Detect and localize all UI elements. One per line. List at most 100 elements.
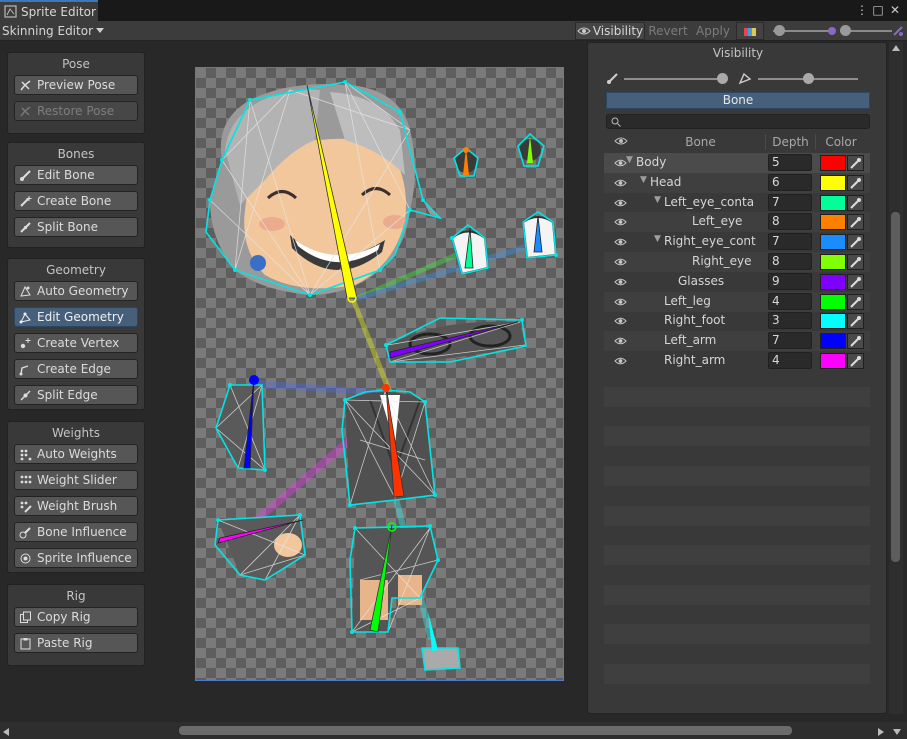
close-button[interactable]: ✕ bbox=[888, 2, 902, 18]
bone-color-swatch[interactable] bbox=[820, 313, 846, 330]
bone-search-input[interactable] bbox=[606, 114, 870, 129]
visibility-eye-icon[interactable] bbox=[614, 355, 627, 367]
split-edge-button[interactable]: Split Edge bbox=[14, 385, 138, 405]
color-column-header[interactable]: Color bbox=[816, 134, 866, 150]
revert-button[interactable]: Revert bbox=[646, 22, 690, 40]
bone-opacity-knob[interactable] bbox=[717, 73, 728, 84]
visibility-toggle-button[interactable]: Visibility bbox=[575, 22, 645, 40]
bone-color-swatch[interactable] bbox=[820, 214, 846, 231]
edit-geometry-button[interactable]: Edit Geometry bbox=[14, 307, 138, 327]
auto-geometry-button[interactable]: Auto Geometry bbox=[14, 281, 138, 301]
mesh-opacity-knob[interactable] bbox=[803, 73, 814, 84]
bone-row[interactable]: Left_arm 7 bbox=[604, 331, 870, 352]
scroll-down-arrow-icon[interactable] bbox=[892, 727, 902, 737]
bone-color-swatch[interactable] bbox=[820, 254, 846, 270]
bone-color-swatch[interactable] bbox=[820, 194, 846, 211]
weight-brush-button[interactable]: Weight Brush bbox=[14, 496, 138, 516]
bone-color-swatch[interactable] bbox=[820, 333, 846, 350]
bone-row[interactable]: Left_leg 4 bbox=[604, 291, 870, 312]
sprite-canvas[interactable] bbox=[195, 67, 564, 681]
maximize-button[interactable]: □ bbox=[871, 2, 885, 18]
bone-color-swatch[interactable] bbox=[820, 234, 846, 251]
more-menu-icon[interactable]: ⋮ bbox=[855, 2, 869, 18]
bone-row[interactable]: ▼ Left_eye_conta 7 bbox=[604, 193, 870, 213]
color-picker-button[interactable] bbox=[847, 333, 864, 350]
restore-pose-button[interactable]: Restore Pose bbox=[14, 101, 138, 121]
bone-row[interactable]: ▼ Head 6 bbox=[604, 172, 870, 193]
split-bone-button[interactable]: Split Bone bbox=[14, 217, 138, 237]
edit-bone-button[interactable]: Edit Bone bbox=[14, 165, 138, 185]
preview-pose-button[interactable]: Preview Pose bbox=[14, 75, 138, 95]
depth-field[interactable]: 9 bbox=[768, 272, 812, 290]
mesh-opacity-slider-knob[interactable] bbox=[840, 25, 851, 36]
expand-arrow-icon[interactable]: ▼ bbox=[654, 195, 661, 205]
visibility-eye-icon[interactable] bbox=[614, 216, 627, 228]
auto-weights-button[interactable]: Auto Weights bbox=[14, 444, 138, 464]
bone-row[interactable]: Left_eye 8 bbox=[604, 212, 870, 233]
depth-field[interactable]: 7 bbox=[768, 332, 812, 350]
bone-color-swatch[interactable] bbox=[820, 293, 846, 310]
depth-field[interactable]: 8 bbox=[768, 253, 812, 270]
bone-color-swatch[interactable] bbox=[820, 155, 846, 171]
bone-column-header[interactable]: Bone bbox=[636, 134, 766, 150]
color-picker-button[interactable] bbox=[847, 174, 864, 191]
copy-rig-button[interactable]: Copy Rig bbox=[14, 607, 138, 627]
apply-button[interactable]: Apply bbox=[693, 22, 733, 40]
weight-slider-button[interactable]: Weight Slider bbox=[14, 470, 138, 490]
bone-influence-button[interactable]: Bone Influence bbox=[14, 522, 138, 542]
depth-column-header[interactable]: Depth bbox=[766, 134, 816, 150]
visibility-column-eye-icon[interactable] bbox=[614, 136, 628, 146]
color-picker-button[interactable] bbox=[847, 254, 864, 270]
bone-row[interactable]: Glasses 9 bbox=[604, 272, 870, 292]
visibility-eye-icon[interactable] bbox=[614, 177, 627, 189]
bone-opacity-slider[interactable] bbox=[624, 78, 724, 80]
create-vertex-button[interactable]: Create Vertex bbox=[14, 333, 138, 353]
bone-row[interactable]: Right_foot 3 bbox=[604, 311, 870, 331]
bone-color-swatch[interactable] bbox=[820, 273, 846, 290]
scroll-left-arrow-icon[interactable] bbox=[2, 727, 10, 737]
expand-arrow-icon[interactable]: ▼ bbox=[654, 234, 661, 244]
visibility-eye-icon[interactable] bbox=[614, 236, 627, 248]
depth-field[interactable]: 5 bbox=[768, 154, 812, 171]
create-bone-button[interactable]: Create Bone bbox=[14, 191, 138, 211]
color-picker-button[interactable] bbox=[847, 313, 864, 330]
depth-field[interactable]: 7 bbox=[768, 233, 812, 251]
visibility-eye-icon[interactable] bbox=[614, 296, 627, 308]
visibility-eye-icon[interactable] bbox=[614, 276, 627, 288]
bone-row[interactable]: Right_arm 4 bbox=[604, 351, 870, 371]
depth-field[interactable]: 4 bbox=[768, 352, 812, 369]
visibility-eye-icon[interactable] bbox=[614, 197, 627, 209]
scroll-up-arrow-icon[interactable] bbox=[891, 44, 901, 52]
depth-field[interactable]: 8 bbox=[768, 213, 812, 231]
visibility-eye-icon[interactable] bbox=[614, 315, 627, 327]
bone-row[interactable]: Right_eye 8 bbox=[604, 252, 870, 272]
color-picker-button[interactable] bbox=[847, 194, 864, 211]
depth-field[interactable]: 3 bbox=[768, 312, 812, 330]
scroll-right-arrow-icon[interactable] bbox=[877, 727, 885, 737]
expand-arrow-icon[interactable]: ▼ bbox=[640, 175, 647, 185]
opacity-slider-knob[interactable] bbox=[774, 25, 785, 36]
color-mode-button[interactable] bbox=[736, 22, 764, 40]
paste-rig-button[interactable]: Paste Rig bbox=[14, 633, 138, 653]
bone-tab[interactable]: Bone bbox=[606, 92, 870, 109]
bone-row[interactable]: ▼ Body 5 bbox=[604, 153, 870, 173]
bone-color-swatch[interactable] bbox=[820, 174, 846, 191]
sprite-influence-button[interactable]: Sprite Influence bbox=[14, 548, 138, 568]
color-picker-button[interactable] bbox=[847, 234, 864, 251]
create-edge-button[interactable]: Create Edge bbox=[14, 359, 138, 379]
bone-row[interactable]: ▼ Right_eye_cont 7 bbox=[604, 232, 870, 252]
vertical-scroll-thumb[interactable] bbox=[891, 212, 900, 562]
color-picker-button[interactable] bbox=[847, 155, 864, 171]
depth-field[interactable]: 4 bbox=[768, 292, 812, 310]
sprite-editor-tab[interactable]: Sprite Editor bbox=[0, 0, 98, 21]
expand-arrow-icon[interactable]: ▼ bbox=[626, 155, 633, 165]
bone-color-swatch[interactable] bbox=[820, 353, 846, 369]
visibility-eye-icon[interactable] bbox=[614, 256, 627, 268]
color-picker-button[interactable] bbox=[847, 353, 864, 369]
color-picker-button[interactable] bbox=[847, 214, 864, 231]
color-picker-button[interactable] bbox=[847, 273, 864, 290]
horizontal-scroll-thumb[interactable] bbox=[179, 726, 792, 735]
mode-dropdown[interactable]: Skinning Editor bbox=[0, 22, 104, 40]
depth-field[interactable]: 7 bbox=[768, 193, 812, 211]
color-picker-button[interactable] bbox=[847, 293, 864, 310]
